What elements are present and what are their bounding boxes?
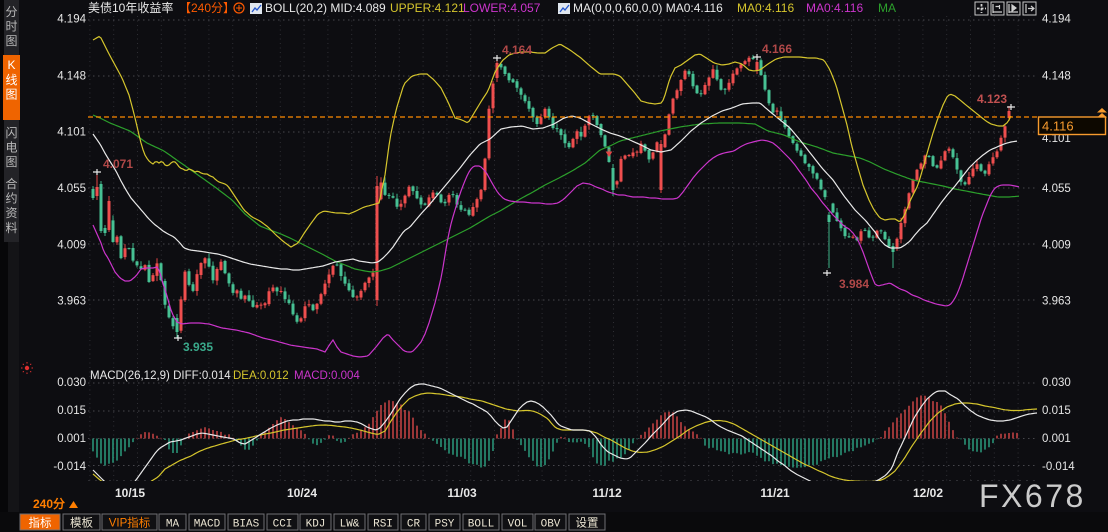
svg-text:4.194: 4.194 [57,14,86,26]
svg-text:VIP指标: VIP指标 [109,516,151,530]
svg-text:4.009: 4.009 [57,240,86,252]
svg-text:约: 约 [5,191,17,206]
svg-text:MA0:4.116: MA0:4.116 [806,1,863,15]
svg-text:MA: MA [878,1,896,15]
svg-text:11/03: 11/03 [447,486,477,500]
svg-text:BOLL(20,2) MID:4.089: BOLL(20,2) MID:4.089 [265,1,386,15]
svg-text:MA0:4.116: MA0:4.116 [737,1,794,15]
svg-text:分: 分 [5,5,17,19]
svg-text:11/12: 11/12 [592,486,622,500]
svg-text:3.963: 3.963 [57,296,86,308]
svg-text:MACD:0.004: MACD:0.004 [294,370,360,382]
svg-text:3.984: 3.984 [839,277,869,291]
svg-text:0.001: 0.001 [1042,433,1071,445]
svg-text:LW&: LW& [340,519,360,531]
svg-text:OBV: OBV [541,519,561,531]
svg-text:时: 时 [5,20,17,34]
svg-text:RSI: RSI [373,519,393,531]
svg-text:0.001: 0.001 [57,433,86,445]
svg-text:LOWER:4.057: LOWER:4.057 [463,1,541,15]
svg-text:240分: 240分 [33,496,65,511]
svg-text:4.071: 4.071 [103,157,133,171]
svg-text:料: 料 [5,221,17,235]
svg-text:FX678: FX678 [979,478,1086,514]
svg-text:MA(0,0,0,60,0,0) MA0:4.116: MA(0,0,0,60,0,0) MA0:4.116 [573,1,723,15]
svg-text:4.164: 4.164 [502,43,532,57]
svg-text:0.030: 0.030 [1042,377,1071,389]
svg-text:图: 图 [5,155,17,169]
svg-text:0.030: 0.030 [57,377,86,389]
svg-text:图: 图 [5,34,17,48]
svg-text:-0.014: -0.014 [53,461,86,473]
svg-text:资: 资 [5,206,17,220]
svg-text:4.055: 4.055 [1042,183,1071,195]
svg-text:0.015: 0.015 [57,405,86,417]
svg-text:10/24: 10/24 [287,486,317,500]
svg-text:K: K [7,58,15,72]
svg-text:MACD: MACD [194,519,221,531]
svg-text:3.935: 3.935 [183,340,213,354]
svg-text:VOL: VOL [508,519,528,531]
svg-text:UPPER:4.121: UPPER:4.121 [390,1,465,15]
svg-text:4.166: 4.166 [762,42,792,56]
svg-text:设置: 设置 [576,517,599,530]
svg-text:3.963: 3.963 [1042,296,1071,308]
svg-text:DEA:0.012: DEA:0.012 [233,370,289,382]
svg-text:BIAS: BIAS [233,519,260,531]
svg-text:12/02: 12/02 [913,486,943,500]
svg-text:【240分】: 【240分】 [179,1,235,15]
svg-text:10/15: 10/15 [115,486,145,500]
svg-text:4.148: 4.148 [57,71,86,83]
svg-text:线: 线 [5,73,17,87]
svg-text:美债10年收益率: 美债10年收益率 [88,0,173,15]
svg-text:0.015: 0.015 [1042,405,1071,417]
svg-text:电: 电 [5,141,17,155]
svg-text:4.009: 4.009 [1042,240,1071,252]
svg-text:CR: CR [407,519,421,531]
svg-text:CCI: CCI [273,519,293,531]
svg-text:4.116: 4.116 [1042,119,1074,134]
svg-text:4.194: 4.194 [1042,14,1071,26]
svg-text:-0.014: -0.014 [1042,461,1075,473]
svg-text:11/21: 11/21 [760,486,790,500]
svg-text:BOLL: BOLL [468,519,494,531]
svg-text:合: 合 [5,176,17,191]
svg-text:MACD(26,12,9) DIFF:0.014: MACD(26,12,9) DIFF:0.014 [90,370,231,382]
svg-text:KDJ: KDJ [306,519,326,531]
svg-text:指标: 指标 [29,516,52,530]
svg-text:PSY: PSY [435,519,455,531]
svg-text:4.123: 4.123 [977,92,1007,106]
svg-text:4.148: 4.148 [1042,71,1071,83]
svg-text:图: 图 [5,88,17,102]
svg-text:MA: MA [166,519,180,531]
svg-text:模板: 模板 [70,516,93,530]
svg-text:4.055: 4.055 [57,183,86,195]
svg-text:4.101: 4.101 [57,127,86,139]
svg-text:闪: 闪 [5,126,17,140]
